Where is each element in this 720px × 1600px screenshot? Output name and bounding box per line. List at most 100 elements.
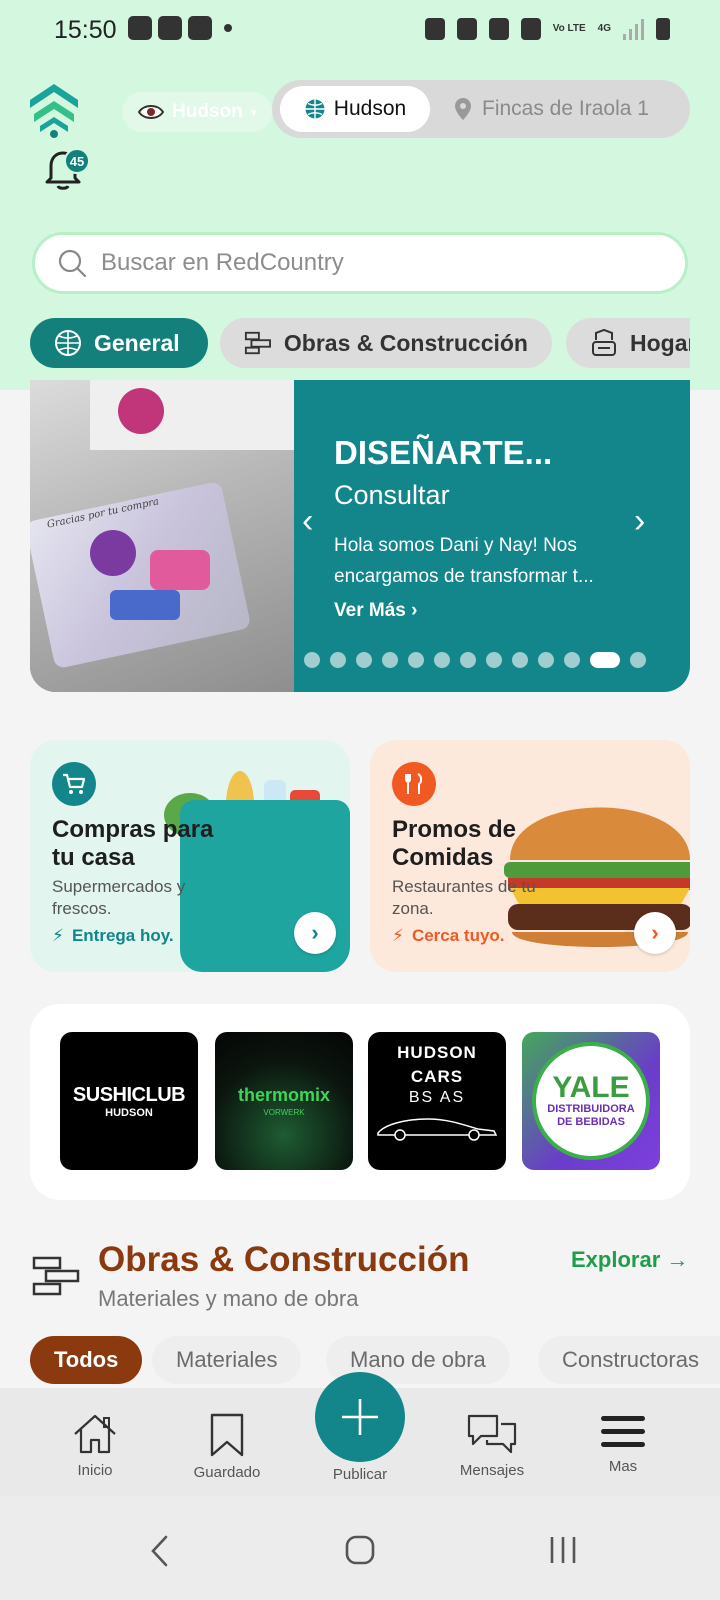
sticker — [150, 550, 210, 590]
alarm-icon — [456, 18, 477, 40]
featured-more-label: Ver Más — [334, 600, 406, 621]
battery-icon — [656, 18, 670, 40]
car-silhouette-icon — [377, 1118, 498, 1141]
system-home-icon[interactable] — [344, 1534, 376, 1566]
carousel-dot[interactable] — [538, 652, 554, 668]
featured-carousel[interactable]: Gracias por tu compra ‹ › DISEÑARTE... C… — [30, 380, 690, 692]
status-time: 15:50 — [54, 16, 117, 44]
carousel-dot[interactable] — [434, 652, 450, 668]
featured-description: Hola somos Dani y Nay! Nos encargamos de… — [334, 535, 594, 587]
location-option-hudson[interactable]: Hudson — [280, 86, 430, 132]
nav-mas[interactable]: Mas — [568, 1412, 678, 1475]
search-input[interactable]: Buscar en RedCountry — [32, 232, 688, 294]
brand-tile-thermomix[interactable]: thermomix VORWERK — [215, 1032, 353, 1170]
brand-tile-yale[interactable]: YALE DISTRIBUIDORA DE BEBIDAS — [522, 1032, 660, 1170]
carousel-dot[interactable] — [564, 652, 580, 668]
store-logo — [118, 388, 164, 434]
location-option-fincas[interactable]: Fincas de Iraola 1 — [454, 86, 649, 132]
system-indicators: Vo LTE 4G — [424, 18, 670, 40]
home-appliance-icon — [592, 328, 616, 356]
battery-saver-icon — [424, 18, 445, 40]
promo-subtitle: Restaurantes de tu zona. — [392, 877, 536, 918]
nav-mensajes[interactable]: Mensajes — [437, 1412, 547, 1479]
carousel-indicator — [304, 652, 646, 668]
subtab-todos[interactable]: Todos — [30, 1336, 143, 1384]
carousel-dot[interactable] — [512, 652, 528, 668]
carousel-dot[interactable] — [460, 652, 476, 668]
chat-icon — [467, 1414, 517, 1454]
teams-notification-icon — [158, 16, 182, 40]
globe-icon — [305, 99, 325, 119]
promo-tag-label: Entrega hoy. — [71, 926, 174, 945]
nav-label: Mas — [608, 1458, 638, 1475]
category-chip-label: Hogar — [630, 329, 690, 356]
promo-card-food[interactable]: Promos de Comidas Restaurantes de tu zon… — [370, 740, 690, 972]
category-chip-hogar[interactable]: Hogar — [566, 318, 690, 368]
network-type-label: 4G — [597, 23, 611, 34]
search-placeholder: Buscar en RedCountry — [101, 249, 344, 276]
featured-more-link[interactable]: Ver Más › — [334, 600, 417, 622]
carousel-next-button[interactable]: › — [634, 504, 645, 538]
publish-label: Publicar — [332, 1466, 388, 1483]
promo-open-button[interactable]: › — [634, 912, 676, 954]
section-title: Obras & Construcción — [98, 1240, 470, 1279]
brand-sub: VORWERK — [263, 1108, 305, 1117]
menu-icon — [601, 1416, 645, 1447]
brand-tile-sushiclub[interactable]: SUSHICLUB HUDSON — [60, 1032, 198, 1170]
explore-link[interactable]: Explorar → — [571, 1247, 688, 1273]
lightning-icon: ⚡ — [52, 926, 64, 945]
brand-name: YALE — [552, 1071, 630, 1104]
eye-icon — [138, 105, 164, 119]
promo-title: Compras para tu casa — [52, 816, 214, 871]
home-icon — [74, 1414, 116, 1454]
carousel-dot[interactable] — [630, 652, 646, 668]
nav-guardado[interactable]: Guardado — [172, 1412, 282, 1481]
brand-name: HUDSON CARS — [397, 1043, 477, 1086]
community-visibility-selector[interactable]: Hudson ▾ — [122, 92, 272, 132]
bookmark-icon — [210, 1413, 244, 1457]
promo-tag-label: Cerca tuyo. — [411, 926, 505, 945]
system-back-icon[interactable] — [148, 1534, 170, 1568]
promo-card-groceries[interactable]: Compras para tu casa Supermercados y fre… — [30, 740, 350, 972]
category-chip-label: General — [94, 329, 180, 356]
yale-logo-badge: YALE DISTRIBUIDORA DE BEBIDAS — [532, 1042, 650, 1160]
section-subtitle: Materiales y mano de obra — [98, 1286, 359, 1311]
carousel-dot-active[interactable] — [590, 652, 620, 668]
promo-open-button[interactable]: › — [294, 912, 336, 954]
brand-tile-hudson-cars[interactable]: HUDSON CARS BS AS — [368, 1032, 506, 1170]
bricks-icon — [244, 331, 271, 355]
carousel-dot[interactable] — [382, 652, 398, 668]
stack-notification-icon — [188, 16, 212, 40]
featured-subtitle: Consultar — [334, 480, 450, 510]
nav-inicio[interactable]: Inicio — [40, 1412, 150, 1479]
brand-sub: BS AS — [408, 1089, 466, 1106]
search-icon — [58, 249, 87, 278]
carousel-dot[interactable] — [304, 652, 320, 668]
subtab-constructoras[interactable]: Constructoras — [538, 1336, 720, 1384]
carousel-dot[interactable] — [356, 652, 372, 668]
status-bar: 15:50 Vo LTE 4G — [0, 0, 720, 62]
system-recents-icon[interactable] — [548, 1534, 578, 1566]
app-logo-icon[interactable] — [26, 78, 82, 138]
promo-tag: ⚡ Entrega hoy. — [52, 926, 174, 946]
category-chip-general[interactable]: General — [30, 318, 208, 368]
carousel-dot[interactable] — [330, 652, 346, 668]
sticker — [90, 530, 136, 576]
carousel-dot[interactable] — [408, 652, 424, 668]
category-chip-obras[interactable]: Obras & Construcción — [220, 318, 552, 368]
notifications-count-badge: 45 — [64, 148, 90, 174]
lightning-icon: ⚡ — [392, 926, 404, 945]
publish-button[interactable] — [315, 1372, 405, 1462]
notification-icons — [128, 16, 232, 40]
brand-name: thermomix — [237, 1085, 331, 1105]
featured-photo: Gracias por tu compra — [30, 380, 294, 692]
chevron-right-icon: › — [311, 920, 319, 945]
brand-sub: HUDSON — [105, 1106, 153, 1119]
nav-label: Inicio — [77, 1462, 113, 1479]
fork-knife-icon — [392, 762, 436, 806]
carousel-prev-button[interactable]: ‹ — [302, 504, 313, 538]
subtab-materiales[interactable]: Materiales — [152, 1336, 302, 1384]
promo-title: Promos de Comidas — [392, 816, 517, 871]
promo-tag: ⚡ Cerca tuyo. — [392, 926, 505, 946]
carousel-dot[interactable] — [486, 652, 502, 668]
